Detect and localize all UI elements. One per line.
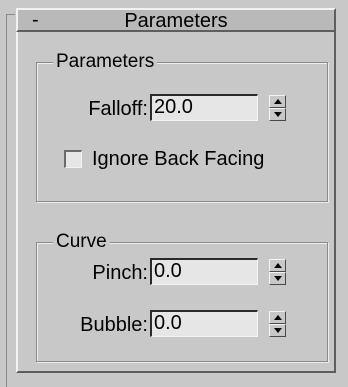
bubble-spinner[interactable] xyxy=(269,311,286,337)
rollout-header-parameters[interactable]: - Parameters xyxy=(16,8,336,32)
rollout-bracket xyxy=(6,14,15,387)
spinner-down-icon[interactable] xyxy=(269,108,286,121)
falloff-label: Falloff: xyxy=(88,98,148,120)
bubble-field[interactable]: 0.0 xyxy=(150,310,258,337)
group-title-parameters: Parameters xyxy=(53,51,158,73)
ignore-back-facing-checkbox[interactable] xyxy=(64,150,82,168)
spinner-up-icon[interactable] xyxy=(269,259,286,272)
bubble-label: Bubble: xyxy=(80,314,148,336)
group-title-curve: Curve xyxy=(53,231,110,253)
pinch-label: Pinch: xyxy=(92,262,148,284)
ignore-back-facing-label: Ignore Back Facing xyxy=(92,148,265,170)
spinner-down-icon[interactable] xyxy=(269,272,286,285)
spinner-up-icon[interactable] xyxy=(269,95,286,108)
rollout-title: Parameters xyxy=(124,10,228,32)
falloff-field[interactable]: 20.0 xyxy=(150,94,258,121)
spinner-down-icon[interactable] xyxy=(269,324,286,337)
pinch-spinner[interactable] xyxy=(269,259,286,285)
pinch-field[interactable]: 0.0 xyxy=(150,258,258,285)
parameters-group: Parameters xyxy=(36,51,328,202)
spinner-up-icon[interactable] xyxy=(269,311,286,324)
falloff-spinner[interactable] xyxy=(269,95,286,121)
